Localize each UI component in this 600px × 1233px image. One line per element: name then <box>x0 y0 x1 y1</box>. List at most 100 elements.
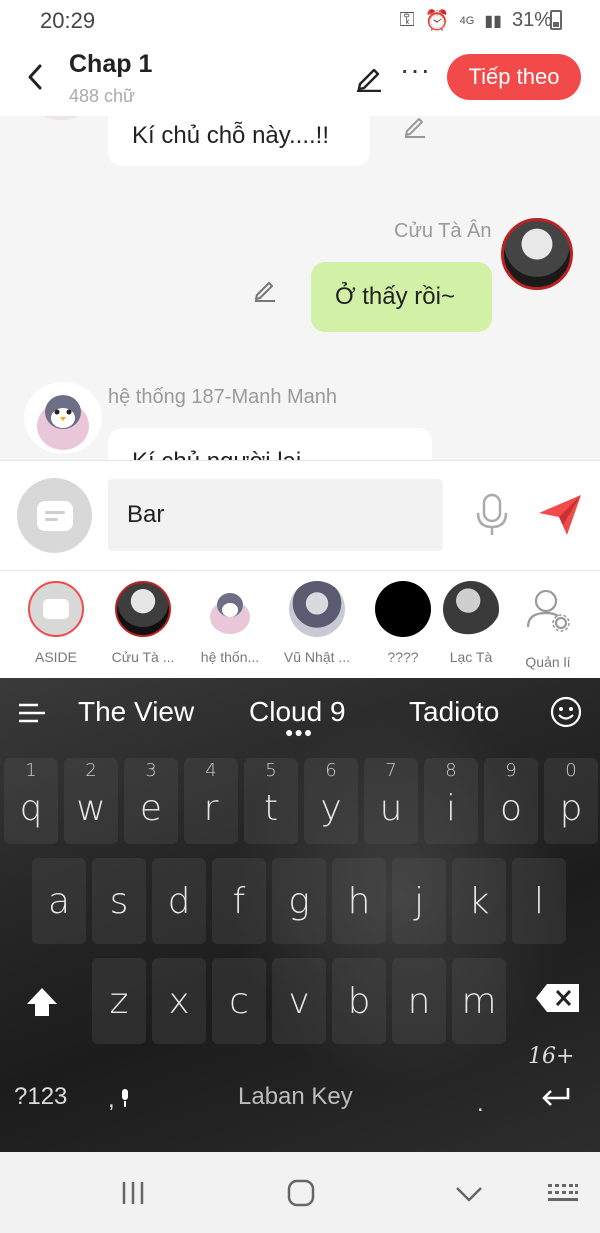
key-s[interactable]: s <box>92 858 146 944</box>
character-item[interactable]: Cửu Tà ... <box>98 581 188 665</box>
chat-area[interactable]: Kí chủ chỗ này....!! Cửu Tà Ân Ở thấy rồ… <box>0 116 600 460</box>
edit-message-icon[interactable] <box>402 116 428 138</box>
shift-icon[interactable] <box>25 986 59 1018</box>
more-icon[interactable]: ··· <box>400 54 431 86</box>
key-c[interactable]: c <box>212 958 266 1044</box>
character-item[interactable]: Vũ Nhật ... <box>272 581 362 665</box>
key-n[interactable]: n <box>392 958 446 1044</box>
space-bar[interactable]: Laban Key <box>238 1083 353 1111</box>
manage-characters[interactable]: Quản lí <box>503 581 593 670</box>
key-letter: k <box>468 880 490 922</box>
character-avatar <box>443 581 499 637</box>
suggestion-1[interactable]: The View <box>78 696 194 728</box>
key-z[interactable]: z <box>92 958 146 1044</box>
key-number: 1 <box>25 760 37 781</box>
key-r[interactable]: 4r <box>184 758 238 844</box>
character-item[interactable]: Lạc Tà <box>436 581 506 665</box>
period-key[interactable]: . <box>477 1090 484 1118</box>
key-letter: m <box>461 980 497 1022</box>
next-chapter-button[interactable]: Tiếp theo <box>447 54 581 100</box>
key-letter: e <box>139 787 163 829</box>
key-o[interactable]: 9o <box>484 758 538 844</box>
penguin-avatar[interactable] <box>24 382 102 454</box>
backspace-icon[interactable] <box>535 983 581 1013</box>
recent-apps-icon[interactable] <box>120 1180 146 1206</box>
character-label: ???? <box>387 649 419 665</box>
enter-icon[interactable] <box>540 1086 572 1108</box>
back-arrow-icon[interactable] <box>22 60 48 94</box>
key-letter: x <box>168 980 190 1022</box>
message-input[interactable] <box>108 479 443 551</box>
key-letter: p <box>559 787 583 829</box>
key-k[interactable]: k <box>452 858 506 944</box>
status-time: 20:29 <box>40 8 96 33</box>
message-bubble[interactable]: Ở thấy rồi~ <box>311 262 492 332</box>
composer <box>0 460 600 570</box>
suggestion-3[interactable]: Tadioto <box>409 696 499 728</box>
key-f[interactable]: f <box>212 858 266 944</box>
message-bubble[interactable]: Kí chủ chỗ này....!! <box>108 116 370 166</box>
key-g[interactable]: g <box>272 858 326 944</box>
header: Chap 1 488 chữ ··· Tiếp theo <box>0 40 600 116</box>
key-m[interactable]: m <box>452 958 506 1044</box>
key-e[interactable]: 3e <box>124 758 178 844</box>
menu-icon[interactable] <box>18 702 46 724</box>
key-letter: r <box>203 787 219 829</box>
key-b[interactable]: b <box>332 958 386 1044</box>
character-label: Vũ Nhật ... <box>283 649 351 665</box>
key-letter: q <box>19 787 43 829</box>
character-avatar[interactable] <box>501 218 573 290</box>
key-w[interactable]: 2w <box>64 758 118 844</box>
aside-toggle-button[interactable] <box>17 478 92 553</box>
aside-icon <box>36 500 73 531</box>
key-letter: z <box>109 980 129 1022</box>
key-h[interactable]: h <box>332 858 386 944</box>
key-j[interactable]: j <box>392 858 446 944</box>
key-x[interactable]: x <box>152 958 206 1044</box>
page-title: Chap 1 <box>69 50 153 78</box>
key-number: 0 <box>565 760 577 781</box>
microphone-icon[interactable] <box>474 493 510 537</box>
key-i[interactable]: 8i <box>424 758 478 844</box>
network-label: 4G <box>459 14 475 27</box>
key-letter: h <box>347 880 371 922</box>
home-icon[interactable] <box>287 1179 315 1207</box>
key-q[interactable]: 1q <box>4 758 58 844</box>
symbols-key[interactable]: ?123 <box>14 1083 67 1111</box>
message-text: Ở thấy rồi~ <box>335 283 455 310</box>
key-letter: t <box>263 787 279 829</box>
key-letter: l <box>533 880 544 922</box>
edit-message-icon[interactable] <box>252 276 278 302</box>
key-d[interactable]: d <box>152 858 206 944</box>
character-item[interactable]: hệ thốn... <box>185 581 275 665</box>
penguin-icon <box>210 593 250 634</box>
key-letter: y <box>320 787 342 829</box>
key-l[interactable]: l <box>512 858 566 944</box>
keyboard: The View Cloud 9 ●●● Tadioto 1q 2w 3e 4r… <box>0 678 600 1152</box>
hide-keyboard-icon[interactable] <box>455 1186 483 1202</box>
key-letter: w <box>76 787 106 829</box>
send-icon[interactable] <box>537 491 583 537</box>
status-icons: ⚿ ⏰ 4G ▮▮ 31% <box>400 8 552 33</box>
character-label: hệ thốn... <box>200 649 260 665</box>
message-bubble[interactable]: Kí chủ người lại <box>108 428 432 460</box>
sender-name: Cửu Tà Ân <box>394 220 492 242</box>
keyboard-switch-icon[interactable] <box>547 1182 579 1204</box>
comma-key[interactable]: , <box>108 1086 115 1114</box>
key-p[interactable]: 0p <box>544 758 598 844</box>
key-t[interactable]: 5t <box>244 758 298 844</box>
edit-icon[interactable] <box>354 62 384 92</box>
alarm-icon: ⏰ <box>424 10 450 32</box>
key-u[interactable]: 7u <box>364 758 418 844</box>
key-y[interactable]: 6y <box>304 758 358 844</box>
voice-input-icon[interactable] <box>119 1088 131 1108</box>
more-suggestions-icon[interactable]: ●●● <box>285 724 313 740</box>
signal-icon: ▮▮ <box>484 12 502 30</box>
key-letter: u <box>379 787 403 829</box>
emoji-icon[interactable] <box>550 696 582 728</box>
key-a[interactable]: a <box>32 858 86 944</box>
character-aside[interactable]: ASIDE <box>11 581 101 665</box>
character-item[interactable]: ???? <box>358 581 448 665</box>
emoji-count-label[interactable]: 16+ <box>528 1044 574 1069</box>
key-v[interactable]: v <box>272 958 326 1044</box>
